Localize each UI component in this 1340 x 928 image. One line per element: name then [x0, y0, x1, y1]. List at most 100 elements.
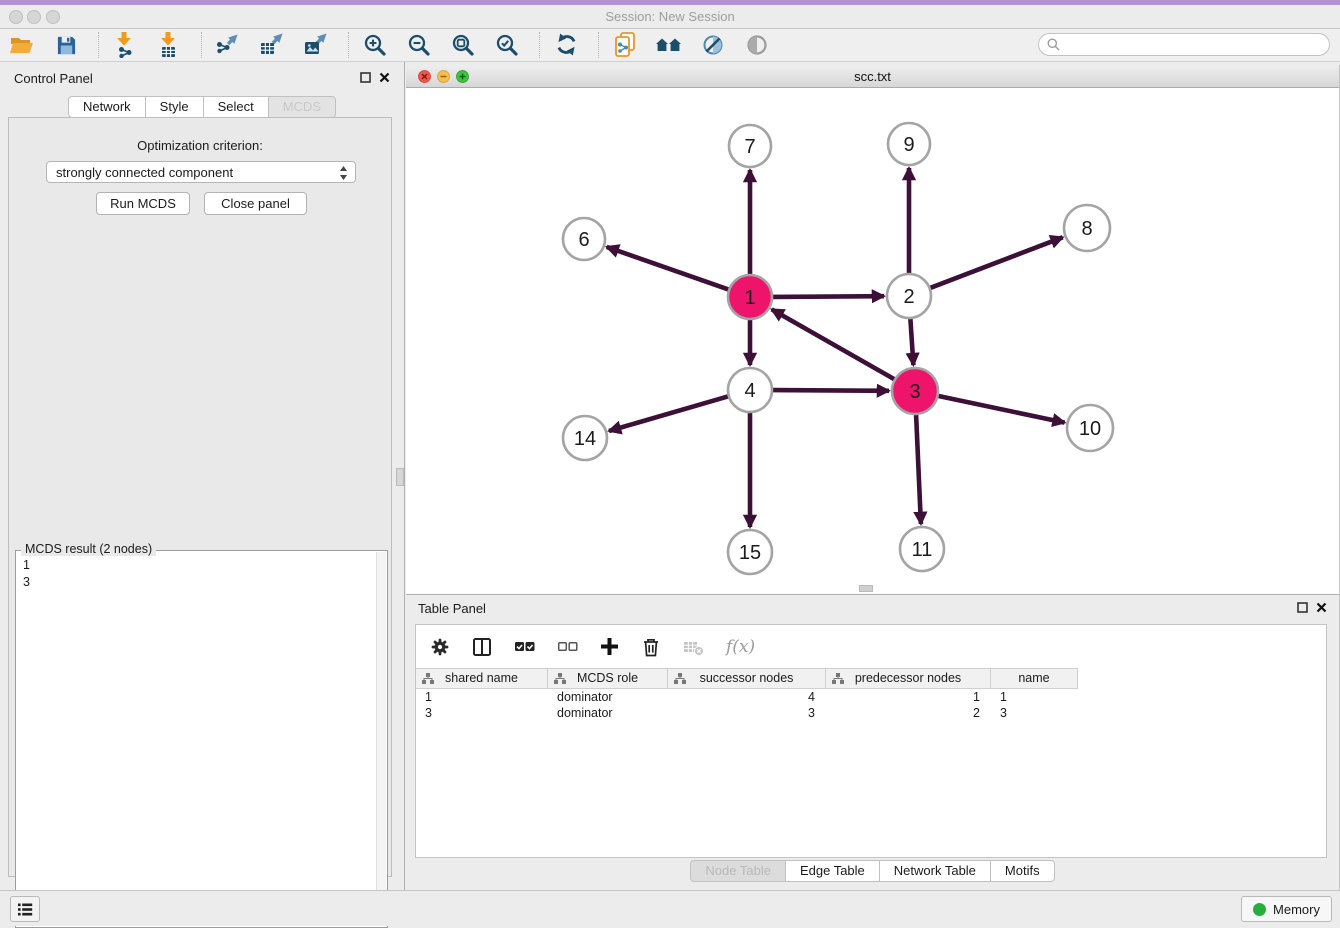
tab-network[interactable]: Network — [68, 96, 146, 118]
graph-node-7[interactable]: 7 — [729, 125, 771, 167]
export-network-icon[interactable] — [214, 31, 242, 59]
window-title: Session: New Session — [0, 5, 1340, 28]
column-header-predecessor-nodes[interactable]: predecessor nodes — [826, 669, 991, 688]
task-history-button[interactable] — [10, 896, 40, 922]
graph-edge-1-6[interactable] — [607, 247, 729, 290]
tab-mcds[interactable]: MCDS — [269, 96, 336, 118]
table-cell[interactable]: 3 — [416, 705, 548, 721]
graph-node-1[interactable]: 1 — [728, 275, 772, 319]
table-row[interactable]: 3dominator323 — [416, 705, 1326, 721]
table-cell[interactable]: 3 — [668, 705, 826, 721]
settings-icon[interactable] — [430, 637, 450, 657]
table-cell[interactable]: 3 — [991, 705, 1078, 721]
graph-node-9[interactable]: 9 — [888, 123, 930, 165]
save-session-icon[interactable] — [52, 31, 80, 59]
table-cell[interactable]: dominator — [548, 705, 668, 721]
graph-edge-4-14[interactable] — [609, 396, 728, 431]
export-image-icon[interactable] — [302, 31, 330, 59]
table-cell[interactable]: 1 — [991, 689, 1078, 705]
column-type-icon — [422, 673, 434, 685]
close-panel-button[interactable]: Close panel — [204, 192, 307, 215]
graph-node-label: 1 — [744, 287, 755, 309]
column-label: predecessor nodes — [855, 671, 961, 685]
hide-graphics-details-icon[interactable] — [699, 31, 727, 59]
tab-node-table[interactable]: Node Table — [690, 860, 786, 882]
graph-node-14[interactable]: 14 — [563, 416, 607, 460]
toolbar-separator — [539, 32, 540, 58]
panel-splitter-handle[interactable] — [396, 468, 404, 486]
search-box[interactable] — [1038, 33, 1330, 56]
import-network-icon[interactable] — [111, 31, 139, 59]
status-bar: Memory — [0, 890, 1340, 926]
first-neighbors-icon[interactable] — [655, 31, 683, 59]
open-session-icon[interactable] — [8, 31, 36, 59]
column-header-shared-name[interactable]: shared name — [416, 669, 548, 688]
table-cell[interactable]: 1 — [826, 689, 991, 705]
table-cell[interactable]: 1 — [416, 689, 548, 705]
node-table: f(x) shared name MCDS role successor nod… — [415, 624, 1327, 858]
app-titlebar[interactable]: Session: New Session — [0, 5, 1340, 29]
column-header-mcds-role[interactable]: MCDS role — [548, 669, 668, 688]
tab-edge-table[interactable]: Edge Table — [786, 860, 880, 882]
close-panel-icon[interactable] — [1316, 602, 1327, 613]
graph-node-2[interactable]: 2 — [887, 274, 931, 318]
table-header-row: shared name MCDS role successor nodes pr… — [416, 668, 1078, 689]
graph-edge-1-2[interactable] — [773, 296, 884, 297]
tab-network-table[interactable]: Network Table — [880, 860, 991, 882]
graph-edge-3-1[interactable] — [772, 309, 894, 379]
close-panel-icon[interactable] — [379, 72, 390, 83]
view-splitter-handle[interactable] — [859, 585, 873, 592]
zoom-out-icon[interactable] — [405, 31, 433, 59]
mcds-result-box[interactable]: MCDS result (2 nodes) 1 3 — [15, 550, 388, 928]
graph-edge-2-8[interactable] — [931, 237, 1063, 287]
table-cell[interactable]: 2 — [826, 705, 991, 721]
zoom-in-icon[interactable] — [361, 31, 389, 59]
delete-table-icon[interactable] — [683, 638, 704, 656]
zoom-fit-icon[interactable] — [449, 31, 477, 59]
graph-node-4[interactable]: 4 — [728, 368, 772, 412]
result-scrollbar[interactable] — [376, 552, 386, 926]
table-cell[interactable]: 4 — [668, 689, 826, 705]
graph-edge-3-10[interactable] — [939, 396, 1065, 423]
delete-icon[interactable] — [641, 637, 661, 657]
table-cell[interactable]: dominator — [548, 689, 668, 705]
network-window-titlebar[interactable]: scc.txt — [406, 65, 1339, 88]
network-canvas[interactable]: 1 2 3 4 6 7 8 9 10 11 14 15 — [406, 88, 1339, 595]
graph-edge-3-11[interactable] — [916, 415, 921, 524]
zoom-selected-icon[interactable] — [493, 31, 521, 59]
import-table-icon[interactable] — [155, 31, 183, 59]
graph-node-label: 9 — [903, 134, 914, 156]
refresh-icon[interactable] — [552, 31, 580, 59]
graph-node-8[interactable]: 8 — [1064, 205, 1110, 251]
select-all-icon[interactable] — [514, 638, 535, 655]
graph-node-15[interactable]: 15 — [728, 530, 772, 574]
graph-edge-4-3[interactable] — [773, 390, 889, 391]
add-icon[interactable] — [600, 637, 619, 656]
memory-button[interactable]: Memory — [1241, 896, 1332, 922]
graph-node-3[interactable]: 3 — [892, 368, 938, 414]
network-graph[interactable]: 1 2 3 4 6 7 8 9 10 11 14 15 — [406, 88, 1339, 595]
search-input[interactable] — [1060, 35, 1329, 55]
float-panel-icon[interactable] — [1297, 602, 1308, 613]
function-builder-icon[interactable]: f(x) — [726, 637, 755, 657]
graph-node-6[interactable]: 6 — [563, 218, 605, 260]
deselect-all-icon[interactable] — [557, 638, 578, 655]
birds-eye-view-icon[interactable] — [743, 31, 771, 59]
table-row[interactable]: 1dominator411 — [416, 689, 1326, 705]
criterion-dropdown[interactable]: strongly connected component — [46, 161, 356, 183]
graph-edge-2-3[interactable] — [910, 319, 913, 365]
float-panel-icon[interactable] — [360, 72, 371, 83]
columns-icon[interactable] — [472, 637, 492, 657]
network-title: scc.txt — [406, 65, 1339, 88]
run-mcds-button[interactable]: Run MCDS — [96, 192, 190, 215]
graph-node-10[interactable]: 10 — [1067, 405, 1113, 451]
column-header-name[interactable]: name — [991, 669, 1078, 688]
clone-network-icon[interactable] — [611, 31, 639, 59]
column-header-successor-nodes[interactable]: successor nodes — [668, 669, 826, 688]
export-table-icon[interactable] — [258, 31, 286, 59]
graph-node-label: 3 — [909, 381, 920, 403]
tab-style[interactable]: Style — [146, 96, 204, 118]
tab-select[interactable]: Select — [204, 96, 269, 118]
tab-motifs[interactable]: Motifs — [991, 860, 1055, 882]
graph-node-11[interactable]: 11 — [900, 527, 944, 571]
